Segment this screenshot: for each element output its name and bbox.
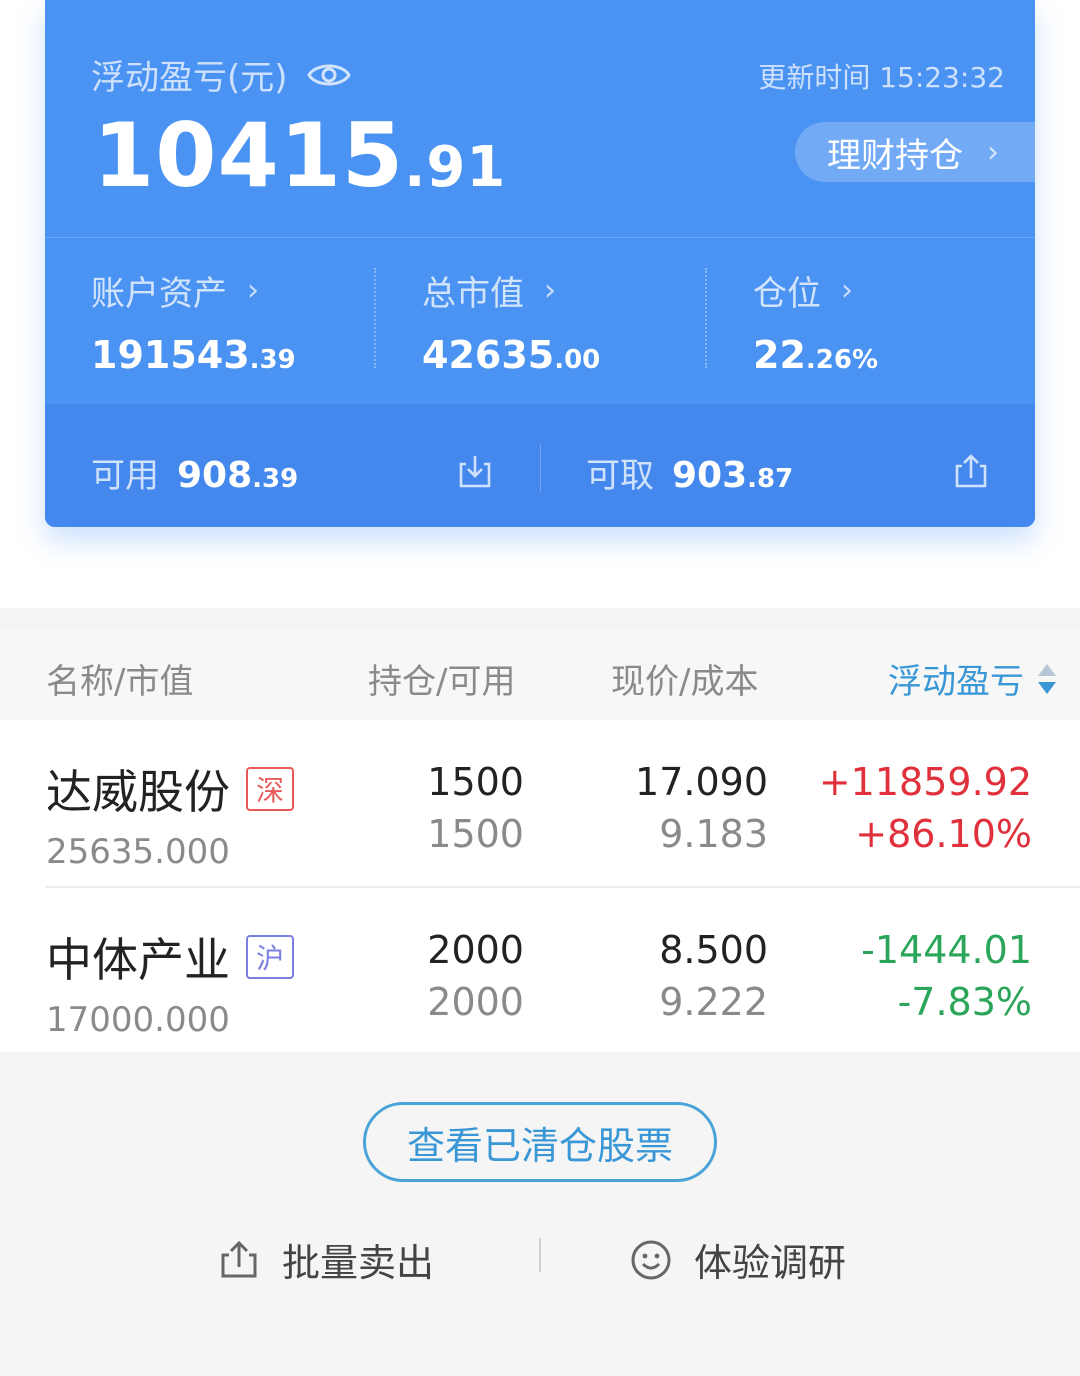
current-price: 17.090 xyxy=(635,760,768,804)
chevron-right-icon: › xyxy=(841,273,853,308)
section-gap xyxy=(0,608,1080,630)
stock-name: 中体产业 xyxy=(46,933,230,987)
market-badge: 沪 xyxy=(246,935,294,979)
market-badge: 深 xyxy=(246,767,294,811)
chevron-right-icon: › xyxy=(544,273,556,308)
header-price: 现价/成本 xyxy=(611,662,759,702)
market-value: 25635.000 xyxy=(46,832,230,872)
table-row[interactable]: 中体产业 沪 17000.000 2000 2000 8.500 9.222 -… xyxy=(0,888,1080,1054)
deposit-icon[interactable] xyxy=(456,452,494,490)
available-dec: .39 xyxy=(252,464,299,494)
holding-qty: 1500 xyxy=(427,760,524,804)
action-separator xyxy=(539,1238,541,1272)
market-value-stat[interactable]: 总市值 › 42635.00 xyxy=(422,266,600,377)
withdraw-icon[interactable] xyxy=(952,452,990,490)
account-summary-card: 浮动盈亏(元) 更新时间 15:23:32 10415.91 理财持仓 › 账户… xyxy=(45,0,1035,527)
pl-section: 浮动盈亏(元) 更新时间 15:23:32 10415.91 理财持仓 › xyxy=(45,0,1035,237)
floating-pl-pct: +86.10% xyxy=(855,812,1032,856)
pl-label-row: 浮动盈亏(元) xyxy=(91,50,352,99)
research-button[interactable]: 体验调研 xyxy=(630,1232,846,1287)
asset-stats: 账户资产 › 191543.39 总市值 › 42635.00 仓位 › 22.26% xyxy=(45,238,1035,404)
available-qty: 2000 xyxy=(427,980,524,1024)
financial-holdings-button[interactable]: 理财持仓 › xyxy=(795,122,1035,182)
account-assets-dec: .39 xyxy=(249,345,296,375)
market-value-dec: .00 xyxy=(554,345,601,375)
header-hold: 持仓/可用 xyxy=(368,662,516,702)
market-value-label: 总市值 xyxy=(422,274,524,314)
withdrawable-int: 903 xyxy=(672,455,748,496)
withdrawable-dec: .87 xyxy=(747,464,794,494)
pl-value-int: 10415 xyxy=(93,104,405,207)
current-price: 8.500 xyxy=(659,928,768,972)
stat-separator xyxy=(374,268,376,368)
floating-pl: -1444.01 xyxy=(861,928,1032,972)
table-row[interactable]: 达威股份 深 25635.000 1500 1500 17.090 9.183 … xyxy=(0,720,1080,886)
header-pl: 浮动盈亏 xyxy=(888,662,1024,702)
stock-name-cell: 中体产业 沪 xyxy=(46,924,294,990)
account-assets-label: 账户资产 xyxy=(91,274,227,314)
update-time: 更新时间 15:23:32 xyxy=(758,61,1005,94)
available-label: 可用 xyxy=(91,456,159,496)
stock-name: 达威股份 xyxy=(46,765,230,819)
funds-bar: 可用 908.39 可取 903.87 xyxy=(45,404,1035,527)
floating-pl: +11859.92 xyxy=(818,760,1032,804)
stat-separator xyxy=(705,268,707,368)
batch-sell-button[interactable]: 批量卖出 xyxy=(218,1232,434,1287)
market-value-int: 42635 xyxy=(422,333,555,377)
header-pl-sort[interactable]: 浮动盈亏 xyxy=(888,654,1060,703)
upload-icon xyxy=(221,1240,257,1277)
smiley-icon xyxy=(631,1240,671,1279)
funds-separator xyxy=(540,444,541,492)
position-int: 22 xyxy=(753,333,806,377)
chevron-right-icon: › xyxy=(247,273,259,308)
withdrawable-funds: 可取 903.87 xyxy=(586,448,793,497)
withdrawable-label: 可取 xyxy=(586,456,654,496)
header-name: 名称/市值 xyxy=(46,662,194,702)
cost-price: 9.183 xyxy=(659,812,768,856)
floating-pl-pct: -7.83% xyxy=(897,980,1032,1024)
sort-icon xyxy=(1038,663,1056,694)
holding-qty: 2000 xyxy=(427,928,524,972)
pl-label: 浮动盈亏(元) xyxy=(91,58,288,98)
withdrawable-value: 903.87 xyxy=(672,455,793,496)
position-stat[interactable]: 仓位 › 22.26% xyxy=(753,266,878,377)
available-value: 908.39 xyxy=(177,455,298,496)
account-assets-stat[interactable]: 账户资产 › 191543.39 xyxy=(91,266,296,377)
cost-price: 9.222 xyxy=(659,980,768,1024)
market-value: 17000.000 xyxy=(46,1000,230,1040)
account-assets-value: 191543.39 xyxy=(91,333,296,377)
holdings-table-header: 名称/市值 持仓/可用 现价/成本 浮动盈亏 xyxy=(0,630,1080,720)
account-assets-int: 191543 xyxy=(91,333,250,377)
position-label: 仓位 xyxy=(753,274,821,314)
position-value: 22.26% xyxy=(753,333,878,377)
batch-sell-label: 批量卖出 xyxy=(282,1241,435,1285)
footer-area: 查看已清仓股票 批量卖出 体验调研 xyxy=(0,1052,1080,1376)
eye-icon[interactable] xyxy=(306,58,352,92)
chevron-right-icon: › xyxy=(987,134,999,170)
market-value-value: 42635.00 xyxy=(422,333,600,377)
pl-value-dec: .91 xyxy=(404,135,507,200)
view-cleared-stocks-button[interactable]: 查看已清仓股票 xyxy=(363,1102,717,1182)
stock-name-cell: 达威股份 深 xyxy=(46,756,294,822)
available-int: 908 xyxy=(177,455,253,496)
available-funds: 可用 908.39 xyxy=(91,448,298,497)
research-label: 体验调研 xyxy=(694,1241,847,1285)
financial-holdings-label: 理财持仓 xyxy=(827,135,963,176)
position-dec: .26% xyxy=(805,345,878,375)
available-qty: 1500 xyxy=(427,812,524,856)
pl-value: 10415.91 xyxy=(93,108,506,216)
